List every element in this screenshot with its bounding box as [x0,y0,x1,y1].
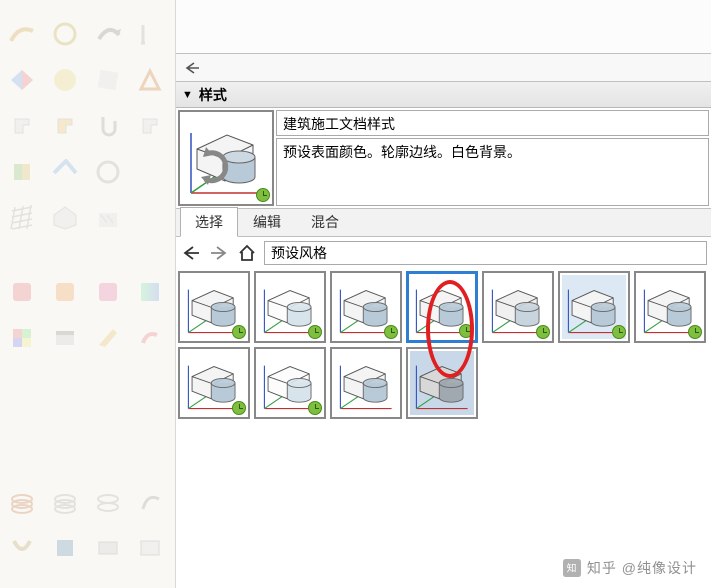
tool-icon[interactable] [6,322,38,354]
clock-badge-icon [688,325,702,339]
tool-icon[interactable] [134,276,166,308]
current-style-row: 建筑施工文档样式 预设表面颜色。轮廓边线。白色背景。 [176,108,711,209]
styles-panel: ▼ 样式 [176,0,711,588]
tool-icon[interactable] [49,276,81,308]
style-description-input[interactable]: 预设表面颜色。轮廓边线。白色背景。 [276,138,709,206]
watermark-text: 知乎 @纯像设计 [587,558,697,578]
tool-grid-2 [6,276,169,354]
tool-icon[interactable] [6,202,38,234]
clock-badge-icon [232,401,246,415]
tool-icon[interactable] [6,64,38,96]
tool-icon[interactable] [134,64,166,96]
tool-icon[interactable] [92,486,124,518]
style-thumbnail[interactable] [634,271,706,343]
style-name-input[interactable]: 建筑施工文档样式 [276,110,709,136]
tool-icon[interactable] [49,486,81,518]
style-thumbnail[interactable] [330,271,402,343]
tool-icon[interactable] [134,486,166,518]
tool-grid-3 [6,486,169,564]
tool-icon[interactable] [92,110,124,142]
panel-nav-row [176,54,711,82]
tool-icon[interactable] [6,276,38,308]
tool-icon[interactable] [6,532,38,564]
clock-badge-icon [612,325,626,339]
tool-icon[interactable] [92,64,124,96]
style-thumbnails [176,269,711,427]
tool-icon[interactable] [134,202,166,234]
panel-header[interactable]: ▼ 样式 [176,82,711,108]
tab-select[interactable]: 选择 [180,207,238,237]
clock-badge-icon [308,325,322,339]
zhihu-logo-icon: 知 [563,559,581,577]
tool-icon[interactable] [134,110,166,142]
style-thumbnail[interactable] [178,271,250,343]
style-thumbnail[interactable] [330,347,402,419]
tool-icon[interactable] [49,532,81,564]
browser-back-button[interactable] [180,242,202,264]
browser-path-text: 预设风格 [271,243,327,263]
style-thumbnail[interactable] [254,347,326,419]
style-thumbnail[interactable] [406,271,478,343]
style-thumbnail[interactable] [178,347,250,419]
browser-path-input[interactable]: 预设风格 [264,241,707,265]
style-thumbnail[interactable] [406,347,478,419]
current-style-preview[interactable] [178,110,274,206]
tab-mix[interactable]: 混合 [296,207,354,236]
tab-edit[interactable]: 编辑 [238,207,296,236]
tool-icon[interactable] [49,18,81,50]
top-spacer [176,0,711,54]
tool-icon[interactable] [49,64,81,96]
panel-back-button[interactable] [182,58,202,78]
style-thumbnail[interactable] [482,271,554,343]
disclosure-triangle-icon: ▼ [182,89,193,101]
tool-icon[interactable] [6,18,38,50]
clock-badge-icon [308,401,322,415]
clock-badge-icon [536,325,550,339]
style-thumbnail[interactable] [558,271,630,343]
browser-home-button[interactable] [236,242,258,264]
tool-icon[interactable] [134,532,166,564]
tool-icon[interactable] [92,18,124,50]
tool-icon[interactable] [49,322,81,354]
tool-icon[interactable] [92,532,124,564]
tool-icon[interactable] [6,110,38,142]
tool-icon[interactable] [49,202,81,234]
clock-badge-icon [384,325,398,339]
tool-icon[interactable] [92,322,124,354]
tool-icon[interactable] [134,156,166,188]
tool-icon[interactable] [92,156,124,188]
watermark: 知 知乎 @纯像设计 [563,558,697,578]
panel-title: 样式 [199,85,227,105]
left-toolbar [0,0,176,588]
tool-grid-1 [6,18,169,234]
svg-text:知: 知 [567,562,578,575]
style-fields: 建筑施工文档样式 预设表面颜色。轮廓边线。白色背景。 [276,108,711,208]
tool-icon[interactable] [134,18,166,50]
browser-forward-button[interactable] [208,242,230,264]
tool-icon[interactable] [92,276,124,308]
tabs-row: 选择 编辑 混合 [176,209,711,237]
clock-badge-icon [459,324,473,338]
style-thumbnail[interactable] [254,271,326,343]
tool-icon[interactable] [49,156,81,188]
style-browser-nav: 预设风格 [176,237,711,269]
tool-icon[interactable] [6,156,38,188]
tool-icon[interactable] [6,486,38,518]
clock-badge-icon [256,188,270,202]
tool-icon[interactable] [134,322,166,354]
clock-badge-icon [232,325,246,339]
tool-icon[interactable] [49,110,81,142]
tool-icon[interactable] [92,202,124,234]
